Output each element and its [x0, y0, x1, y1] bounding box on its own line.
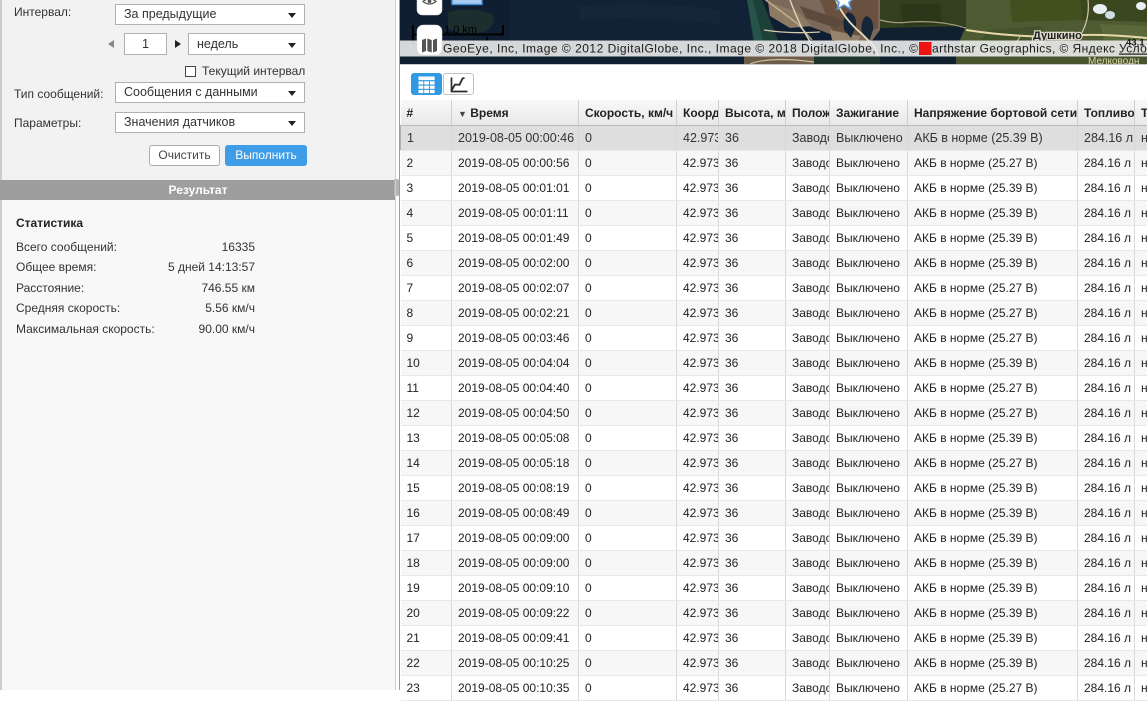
svg-text:arthstar Geographics, © Яндекс: arthstar Geographics, © Яндекс Усло [932, 42, 1147, 56]
svg-text:GeoEye, Inc, Image © 2012 Digi: GeoEye, Inc, Image © 2012 DigitalGlobe, … [443, 42, 918, 56]
svg-text:Душкино: Душкино [1033, 30, 1082, 42]
svg-text:43.1: 43.1 [1126, 38, 1145, 49]
svg-text:Мелководн: Мелководн [1088, 56, 1139, 64]
svg-text:1.0 km: 1.0 km [444, 24, 477, 36]
